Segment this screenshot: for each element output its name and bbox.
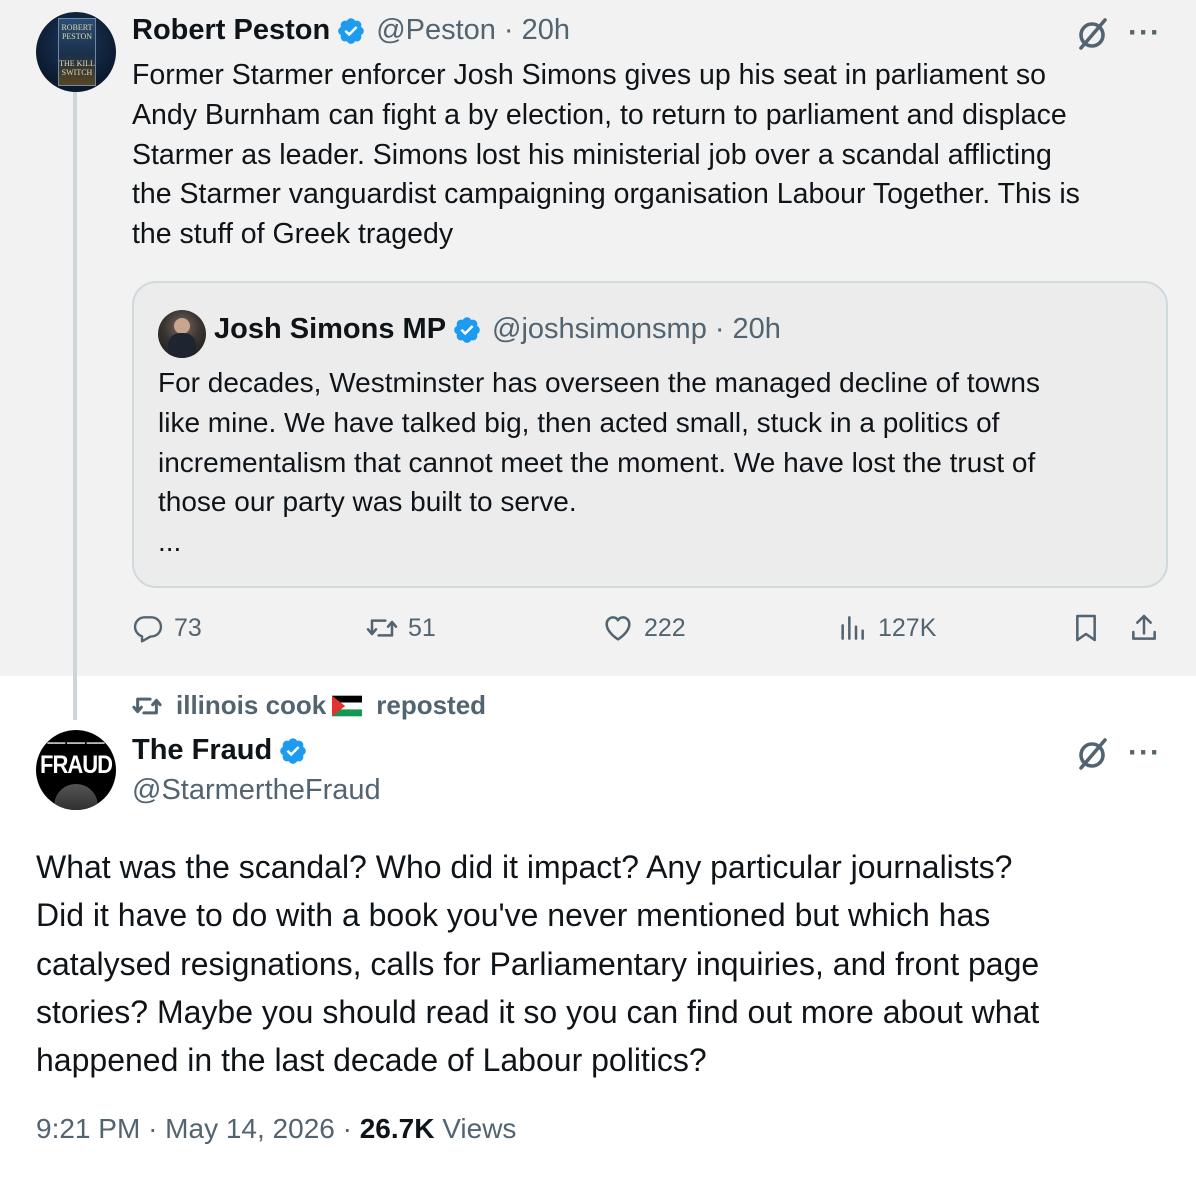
views-icon — [841, 616, 864, 640]
tweet-text-line: happened in the last decade of Labour po… — [36, 1042, 707, 1079]
avatar-label: FRAUD — [40, 750, 113, 779]
tweet-text-line: the Starmer vanguardist campaigning orga… — [132, 178, 1080, 211]
tweet-time[interactable]: 20h — [522, 14, 570, 47]
tweet-text-line: the stuff of Greek tragedy — [132, 218, 454, 251]
main-tweet-header: The Fraud — [132, 734, 308, 767]
repost-button[interactable]: 51 — [366, 612, 436, 644]
avatar-book-line: THE KILL — [59, 59, 95, 68]
quoted-tweet-card[interactable]: Josh Simons MP @joshsimonsmp · 20h For d… — [132, 281, 1168, 588]
quote-text-line: like mine. We have talked big, then acte… — [158, 406, 1000, 438]
tweet-text-line: Did it have to do with a book you've nev… — [36, 897, 991, 934]
avatar-figure — [174, 318, 190, 334]
avatar-decoration: ▬▬▬ ▬▬▬ ▬▬▬ — [47, 740, 105, 746]
reply-count: 73 — [174, 613, 202, 642]
avatar-face — [54, 784, 98, 810]
avatar-figure-body — [168, 333, 196, 358]
author-name[interactable]: The Fraud — [132, 734, 272, 767]
reply-button[interactable]: 73 — [132, 612, 202, 644]
tweet-text: Former Starmer enforcer Josh Simons give… — [132, 56, 1080, 255]
author-handle[interactable]: @StarmertheFraud — [132, 774, 381, 807]
views-label: Views — [442, 1113, 517, 1144]
views-button[interactable]: 127K — [836, 612, 936, 644]
quote-author-handle: @joshsimonsmp — [492, 313, 707, 345]
repost-banner[interactable]: illinois cook reposted — [132, 690, 486, 721]
tweet-meta: 9:21 PM · May 14, 2026 · 26.7K Views — [36, 1113, 516, 1145]
reposted-label: reposted — [376, 690, 487, 720]
tweet-text-line: catalysed resignations, calls for Parlia… — [36, 945, 1040, 982]
tweet-text-line: Former Starmer enforcer Josh Simons give… — [132, 59, 1046, 91]
avatar-book-line: ROBERT — [61, 23, 93, 32]
avatar-book-line: PESTON — [61, 32, 93, 41]
tweet-text-line: What was the scandal? Who did it impact?… — [36, 849, 1013, 885]
tweet-text-line: stories? Maybe you should read it so you… — [36, 993, 1040, 1030]
author-handle[interactable]: @Peston — [376, 14, 496, 47]
separator-dot: · — [714, 313, 725, 345]
like-count: 222 — [644, 613, 686, 642]
tweet-text-line: Andy Burnham can fight a by election, to… — [132, 98, 1067, 131]
like-button[interactable]: 222 — [602, 612, 686, 644]
quote-text-line: For decades, Westminster has overseen th… — [158, 367, 1040, 398]
quote-time: 20h — [732, 313, 781, 345]
bookmark-button[interactable] — [1070, 612, 1112, 644]
avatar[interactable]: ROBERT PESTON THE KILL SWITCH — [36, 12, 116, 92]
repost-count: 51 — [408, 613, 436, 642]
tweet-date[interactable]: May 14, 2026 — [165, 1113, 335, 1144]
views-count: 127K — [878, 613, 937, 642]
reply-icon — [133, 616, 163, 643]
verified-badge-icon — [454, 316, 480, 343]
separator-dot: · — [342, 1113, 352, 1144]
reposter-name[interactable]: illinois cook — [176, 690, 326, 721]
tweet-header: Robert Peston @Peston · 20h — [132, 14, 570, 47]
verified-badge-icon — [338, 17, 364, 44]
avatar-book-line: SWITCH — [61, 68, 93, 77]
repost-icon — [366, 619, 398, 637]
verified-badge-icon — [280, 737, 306, 764]
quote-text: For decades, Westminster has overseen th… — [158, 363, 1040, 562]
author-name[interactable]: Robert Peston — [132, 14, 330, 47]
quote-header: Josh Simons MP @joshsimonsmp · 20h — [214, 313, 781, 346]
more-icon[interactable]: ··· — [1128, 18, 1161, 48]
palestine-flag-icon — [332, 695, 363, 716]
grok-icon[interactable] — [1072, 14, 1112, 54]
bookmark-icon — [1076, 614, 1096, 642]
avatar-book-cover: ROBERT PESTON THE KILL SWITCH — [58, 18, 96, 86]
repost-icon — [132, 697, 162, 714]
quote-text-line: those our party was built to serve. — [158, 486, 577, 518]
separator-dot: · — [503, 14, 514, 46]
quote-author-name: Josh Simons MP — [214, 313, 447, 345]
tweet-text-line: Starmer as leader. Simons lost his minis… — [132, 138, 1052, 171]
main-tweet-text: What was the scandal? Who did it impact?… — [36, 843, 1166, 1084]
quote-avatar[interactable] — [158, 310, 206, 358]
heart-icon — [605, 616, 631, 641]
share-icon — [1132, 614, 1156, 640]
tweet-time[interactable]: 9:21 PM — [36, 1113, 140, 1144]
quote-text-line: incrementalism that cannot meet the mome… — [158, 446, 1036, 478]
more-icon[interactable]: ··· — [1128, 738, 1161, 768]
quote-ellipsis: ... — [158, 526, 182, 558]
grok-icon[interactable] — [1072, 734, 1112, 774]
share-button[interactable] — [1128, 612, 1170, 644]
separator-dot: · — [148, 1113, 158, 1144]
avatar[interactable]: ▬▬▬ ▬▬▬ ▬▬▬ FRAUD — [36, 730, 116, 810]
action-bar: 73 51 222 127K — [132, 612, 1168, 656]
main-tweet-handle-row: @StarmertheFraud — [132, 774, 381, 807]
thread-line — [73, 92, 77, 720]
views-count: 26.7K — [359, 1113, 435, 1144]
